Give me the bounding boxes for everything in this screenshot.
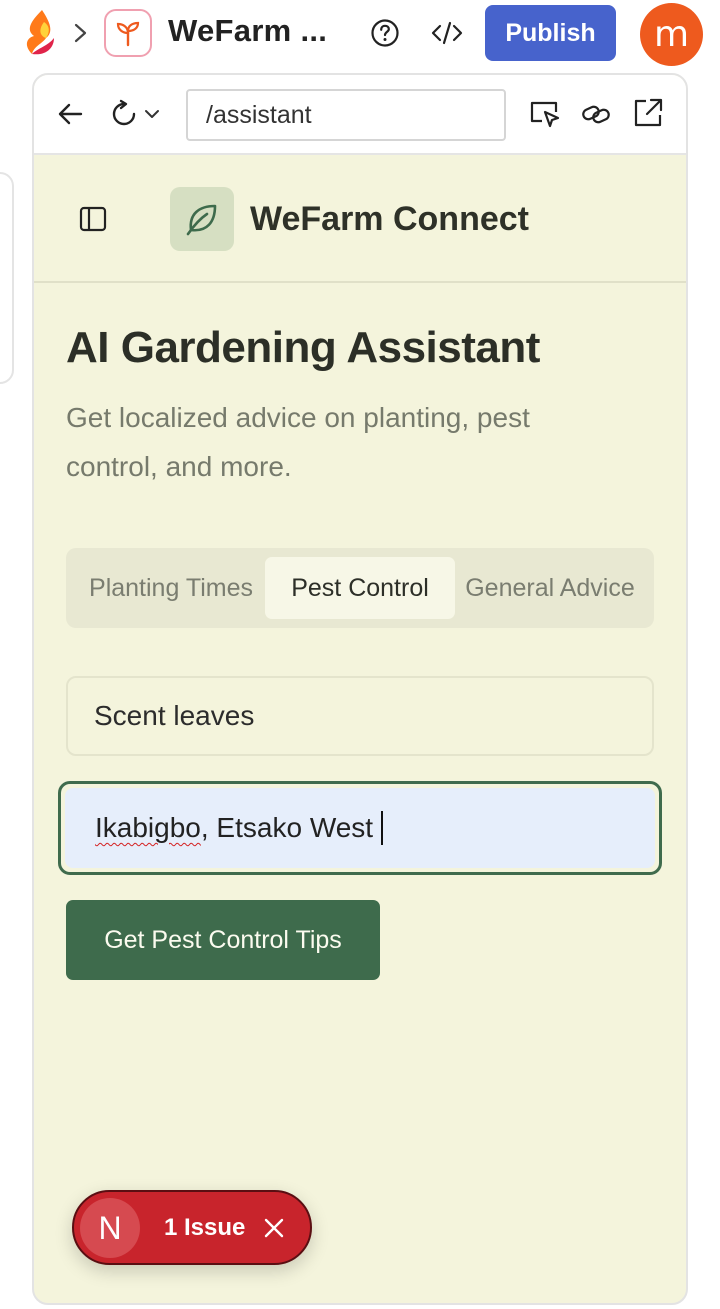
plant-name-input[interactable]: Scent leaves <box>66 676 654 756</box>
sprout-icon <box>116 21 140 47</box>
help-icon[interactable] <box>370 18 400 48</box>
browser-toolbar: /assistant <box>34 75 686 155</box>
publish-button[interactable]: Publish <box>485 5 616 61</box>
tab-general-advice[interactable]: General Advice <box>460 557 640 619</box>
leaf-icon <box>186 204 217 236</box>
issues-badge[interactable]: N 1 Issue <box>72 1190 312 1265</box>
external-link-icon[interactable] <box>632 97 664 129</box>
location-misspelled-word: Ikabigbo <box>95 812 201 843</box>
page-subtitle: Get localized advice on planting, pest c… <box>66 402 530 482</box>
url-field[interactable]: /assistant <box>186 89 506 141</box>
app-topbar: WeFarm ... Publish m <box>0 0 720 68</box>
project-title[interactable]: WeFarm ... <box>168 13 327 49</box>
tab-pest-control[interactable]: Pest Control <box>265 557 455 619</box>
app-header: WeFarm Connect <box>34 155 686 283</box>
code-icon[interactable] <box>430 18 464 48</box>
chevron-down-icon[interactable] <box>144 107 160 121</box>
location-input-text[interactable]: Ikabigbo, Etsako West <box>65 788 655 868</box>
brand-name: WeFarm Connect <box>250 200 529 238</box>
inspect-icon[interactable] <box>528 99 562 129</box>
text-caret <box>381 811 384 845</box>
sidebar-icon[interactable] <box>78 205 108 233</box>
get-tips-button[interactable]: Get Pest Control Tips <box>66 900 380 980</box>
location-input[interactable]: Ikabigbo, Etsako West <box>58 781 662 875</box>
app-icon[interactable] <box>104 9 152 57</box>
advice-tabs: Planting Times Pest Control General Advi… <box>66 548 654 628</box>
brand-logo <box>170 187 234 251</box>
chevron-right-icon <box>74 23 87 43</box>
side-panel-edge <box>0 172 14 384</box>
avatar[interactable]: m <box>640 3 703 66</box>
brand-logo-icon[interactable] <box>20 8 62 58</box>
close-icon[interactable] <box>263 1217 285 1239</box>
issue-count-label[interactable]: 1 Issue <box>164 1214 245 1242</box>
link-icon[interactable] <box>580 99 612 129</box>
issue-logo: N <box>80 1198 140 1258</box>
page-title: AI Gardening Assistant <box>66 323 540 372</box>
back-arrow-icon[interactable] <box>56 100 84 128</box>
reload-icon[interactable] <box>110 99 140 129</box>
tab-planting-times[interactable]: Planting Times <box>76 557 266 619</box>
location-rest: , Etsako West <box>200 812 374 843</box>
preview-frame: /assistant WeFarm Connect AI Gardening A… <box>32 73 688 1305</box>
